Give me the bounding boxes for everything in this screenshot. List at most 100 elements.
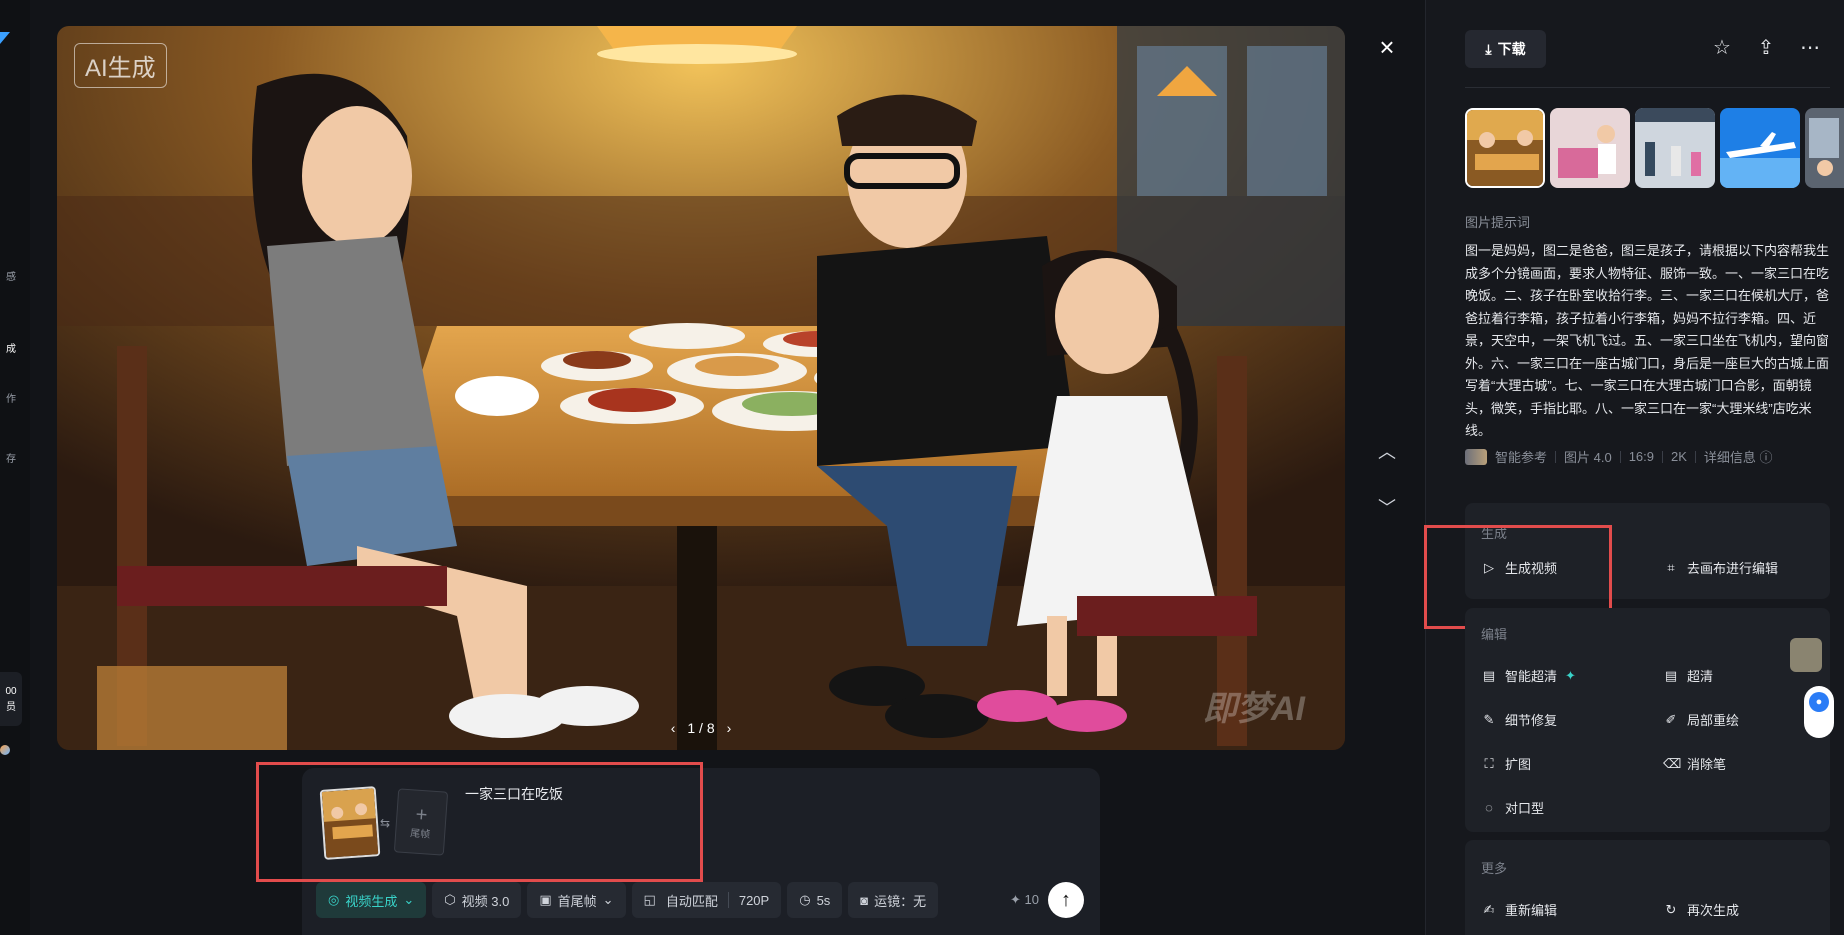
avatar[interactable]: [0, 745, 10, 755]
frames-select[interactable]: ▣ 首尾帧 ⌄: [527, 882, 626, 918]
detail-fix-button[interactable]: ✎ 细节修复: [1481, 710, 1557, 729]
send-button[interactable]: ↑: [1048, 882, 1084, 918]
next-image-button[interactable]: ›: [727, 720, 732, 736]
close-icon[interactable]: ×: [1376, 34, 1398, 60]
logo-icon[interactable]: [0, 32, 10, 44]
download-button[interactable]: ⤓ 下载: [1465, 30, 1546, 68]
more-icon[interactable]: ⋯: [1798, 36, 1822, 60]
ratio-icon: ◱: [643, 892, 656, 907]
star-icon[interactable]: ☆: [1710, 36, 1734, 60]
storyboard-thumbnails: [1465, 108, 1844, 188]
chevron-up-icon[interactable]: ︿: [1376, 438, 1398, 462]
vip-badge[interactable]: 00 员: [0, 672, 22, 726]
canvas-edit-button[interactable]: ⌗ 去画布进行编辑: [1663, 558, 1778, 577]
credit-cost: ✦ 10: [1010, 892, 1039, 907]
duration-select[interactable]: ◷ 5s: [787, 882, 843, 918]
hd-icon: ▤: [1664, 667, 1678, 683]
sidebar-item-4[interactable]: 存: [0, 450, 22, 465]
expand-icon: ⛶: [1484, 755, 1494, 771]
expand-button[interactable]: ⛶ 扩图: [1481, 754, 1531, 773]
smart-hd-button[interactable]: ▤ 智能超清 ✦: [1481, 666, 1576, 685]
highlight-box-composer: [256, 762, 703, 882]
divider: [727, 892, 729, 908]
mode-select[interactable]: ◎ 视频生成 ⌄: [316, 882, 427, 918]
thumbnail-4[interactable]: [1720, 108, 1800, 188]
frames-icon: ▣: [539, 892, 552, 907]
share-icon[interactable]: ⇪: [1754, 36, 1778, 60]
sidebar-item-label: 存: [6, 454, 16, 465]
thumbnail-1[interactable]: [1465, 108, 1545, 188]
local-redraw-label: 局部重绘: [1687, 713, 1740, 728]
local-redraw-button[interactable]: ✐ 局部重绘: [1663, 710, 1739, 729]
thumbnail-image: [1720, 108, 1800, 188]
duration-label: 5s: [816, 892, 831, 908]
prompt-section-label: 图片提示词: [1465, 215, 1531, 230]
meta-res: 2K: [1671, 449, 1687, 464]
scene-image: [57, 26, 1345, 750]
model-select[interactable]: ⬡ 视频 3.0: [432, 882, 522, 918]
left-sidebar: 感 成 作 存 00 员: [0, 0, 30, 935]
re-edit-label: 重新编辑: [1505, 903, 1558, 918]
vip-badge-bottom: 员: [6, 702, 16, 713]
camera-label: 运镜：无: [874, 893, 927, 909]
divider: [1555, 450, 1557, 463]
ai-generated-badge: AI生成: [74, 43, 167, 88]
hd-label: 超清: [1687, 669, 1714, 684]
canvas-icon: ⌗: [1667, 559, 1675, 575]
detail-info-link[interactable]: 详细信息 ⓘ: [1704, 447, 1773, 466]
divider: [1619, 450, 1621, 463]
lip-sync-label: 对口型: [1505, 801, 1545, 816]
sidebar-item-1[interactable]: 感: [0, 268, 22, 283]
more-card-title: 更多: [1481, 861, 1508, 876]
sidebar-item-label: 感: [6, 272, 16, 283]
frames-label: 首尾帧: [557, 893, 597, 909]
assistant-pill[interactable]: ●: [1804, 686, 1834, 738]
hd-button[interactable]: ▤ 超清: [1663, 666, 1713, 685]
reference-icon: [1465, 448, 1487, 465]
eraser-button[interactable]: ⌫ 消除笔: [1663, 754, 1726, 773]
divider: [1694, 450, 1696, 463]
chevron-down-icon[interactable]: ﹀: [1376, 494, 1398, 518]
download-label: 下载: [1497, 41, 1526, 57]
ratio-label: 自动匹配: [665, 893, 718, 909]
brush-icon: ✎: [1483, 711, 1495, 727]
divider: [1662, 450, 1664, 463]
palette-icon: ✐: [1665, 711, 1677, 727]
meta-ref: 智能参考: [1495, 450, 1548, 465]
regenerate-button[interactable]: ↻ 再次生成: [1663, 900, 1739, 919]
regenerate-label: 再次生成: [1687, 903, 1740, 918]
prompt-text: 图一是妈妈，图二是爸爸，图三是孩子，请根据以下内容帮我生成多个分镜画面，要求人物…: [1465, 243, 1830, 438]
ratio-resolution-select[interactable]: ◱ 自动匹配 720P: [631, 882, 782, 918]
thumbnail-5[interactable]: [1805, 108, 1844, 188]
refresh-icon: ↻: [1665, 901, 1677, 917]
prev-image-button[interactable]: ‹: [671, 720, 676, 736]
cube-icon: ⬡: [444, 892, 456, 907]
image-pager: ‹ 1 / 8 ›: [671, 720, 732, 736]
sidebar-item-2[interactable]: 成: [0, 340, 22, 355]
eraser-label: 消除笔: [1687, 757, 1727, 772]
edit-card: 编辑 ▤ 智能超清 ✦ ▤ 超清 ✎ 细节修复 ✐ 局部重绘 ⛶ 扩图 ⌫ 消除…: [1465, 608, 1830, 832]
hd-icon: ▤: [1482, 667, 1496, 683]
thumbnail-2[interactable]: [1550, 108, 1630, 188]
resolution-label: 720P: [738, 892, 770, 908]
eraser-icon: ⌫: [1663, 755, 1682, 771]
sidebar-item-3[interactable]: 作: [0, 390, 22, 405]
video-generate-icon: ◎: [328, 892, 340, 907]
vip-badge-top: 00: [5, 686, 17, 697]
thumbnail-3[interactable]: [1635, 108, 1715, 188]
mascot-icon[interactable]: [1790, 638, 1822, 672]
smart-hd-label: 智能超清: [1505, 669, 1558, 684]
lip-sync-button[interactable]: ◌ 对口型: [1481, 798, 1544, 817]
lips-icon: ◌: [1485, 800, 1493, 815]
thumbnail-image: [1635, 108, 1715, 188]
expand-label: 扩图: [1505, 757, 1532, 772]
thumbnail-image: [1805, 108, 1844, 188]
watermark: 即梦AI: [1203, 690, 1305, 728]
sidebar-item-label: 作: [6, 394, 16, 405]
more-card: 更多 ✍ 重新编辑 ↻ 再次生成: [1465, 840, 1830, 935]
image-viewer[interactable]: AI生成 即梦AI ‹ 1 / 8 ›: [57, 26, 1345, 750]
camera-icon: ◙: [860, 892, 869, 908]
re-edit-button[interactable]: ✍ 重新编辑: [1481, 900, 1557, 919]
panel-divider: [1465, 87, 1830, 88]
camera-select[interactable]: ◙ 运镜：无: [848, 882, 939, 918]
